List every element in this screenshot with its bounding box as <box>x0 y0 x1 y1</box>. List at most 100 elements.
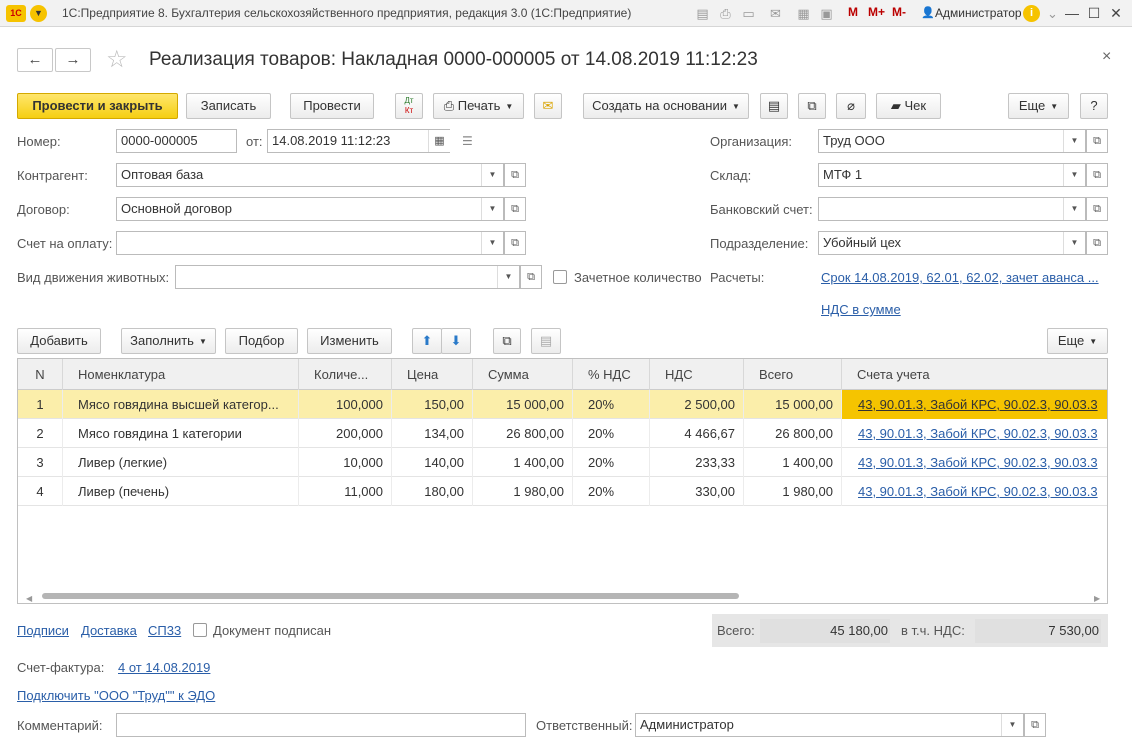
number-field[interactable]: 0000-000005 <box>116 129 237 153</box>
user-name[interactable]: Администратор <box>935 6 1022 20</box>
preview-icon[interactable]: ▭ <box>740 5 757 22</box>
table-row[interactable]: 3 Ливер (легкие) 10,000 140,00 1 400,00 … <box>18 448 1107 477</box>
memory-m-button[interactable]: M <box>848 5 858 19</box>
fill-button[interactable]: Заполнить ▼ <box>121 328 216 354</box>
contract-field[interactable]: Основной договор <box>116 197 504 221</box>
warehouse-field[interactable]: МТФ 1 <box>818 163 1086 187</box>
table-row[interactable]: 1 Мясо говядина высшей категор... 100,00… <box>18 390 1107 419</box>
receipt-button[interactable]: ▰ Чек <box>876 93 941 119</box>
signatures-link[interactable]: Подписи <box>17 623 69 638</box>
save-icon[interactable]: ▤ <box>694 5 711 22</box>
offset-qty-checkbox[interactable] <box>553 270 567 284</box>
chevron-down-icon[interactable]: ▼ <box>1063 164 1085 186</box>
open-icon[interactable]: ⧉ <box>520 265 542 289</box>
more-button[interactable]: Еще ▼ <box>1008 93 1069 119</box>
maximize-button[interactable]: ☐ <box>1084 4 1104 22</box>
invoice-factura-link[interactable]: 4 от 14.08.2019 <box>118 660 210 675</box>
print-button[interactable]: ⎙ Печать ▼ <box>433 93 524 119</box>
document-signed-checkbox[interactable] <box>193 623 207 637</box>
column-header-quantity[interactable]: Количе... <box>299 359 392 390</box>
scroll-left-icon[interactable]: ◀ <box>26 594 32 603</box>
horizontal-scrollbar[interactable] <box>42 593 739 599</box>
cell-accounts[interactable]: 43, 90.01.3, Забой КРС, 90.02.3, 90.03.3 <box>842 419 1107 448</box>
dt-kt-button[interactable]: Дт Кт <box>395 93 423 119</box>
calendar-icon[interactable]: ▦ <box>428 130 450 152</box>
edo-connect-link[interactable]: Подключить "ООО "Труд"" к ЭДО <box>17 688 215 703</box>
open-icon[interactable]: ⧉ <box>1024 713 1046 737</box>
calculator-icon[interactable]: ▦ <box>795 5 812 22</box>
cell-accounts[interactable]: 43, 90.01.3, Забой КРС, 90.02.3, 90.03.3 <box>842 390 1107 419</box>
open-icon[interactable]: ⧉ <box>504 197 526 221</box>
responsible-field[interactable]: Администратор <box>635 713 1024 737</box>
cell-accounts[interactable]: 43, 90.01.3, Забой КРС, 90.02.3, 90.03.3 <box>842 448 1107 477</box>
print-icon[interactable]: ⎙ <box>717 5 734 22</box>
date-field[interactable]: 14.08.2019 11:12:23 <box>267 129 450 153</box>
calendar-icon[interactable]: ▣ <box>818 5 835 22</box>
open-icon[interactable]: ⧉ <box>1086 231 1108 255</box>
chevron-down-icon[interactable]: ▼ <box>481 164 503 186</box>
invoice-field[interactable] <box>116 231 504 255</box>
goods-table[interactable]: N Номенклатура Количе... Цена Сумма % НД… <box>17 358 1108 604</box>
column-header-vat-rate[interactable]: % НДС <box>573 359 650 390</box>
open-icon[interactable]: ⧉ <box>504 231 526 255</box>
move-up-icon[interactable]: ⬆ <box>412 328 442 354</box>
open-icon[interactable]: ⧉ <box>1086 197 1108 221</box>
main-menu-button[interactable]: ▼ <box>30 5 47 22</box>
column-header-accounts[interactable]: Счета учета <box>842 359 1107 390</box>
add-row-button[interactable]: Добавить <box>17 328 101 354</box>
post-button[interactable]: Провести <box>290 93 374 119</box>
back-button[interactable]: ← <box>17 48 53 72</box>
change-button[interactable]: Изменить <box>307 328 392 354</box>
table-more-button[interactable]: Еще ▼ <box>1047 328 1108 354</box>
post-and-close-button[interactable]: Провести и закрыть <box>17 93 178 119</box>
division-field[interactable]: Убойный цех <box>818 231 1086 255</box>
table-row[interactable]: 2 Мясо говядина 1 категории 200,000 134,… <box>18 419 1107 448</box>
memory-m-plus-button[interactable]: M+ <box>868 5 885 19</box>
delivery-link[interactable]: Доставка <box>81 623 137 638</box>
column-header-n[interactable]: N <box>18 359 63 390</box>
bank-account-field[interactable] <box>818 197 1086 221</box>
vat-in-sum-link[interactable]: НДС в сумме <box>821 302 901 317</box>
column-header-nomenclature[interactable]: Номенклатура <box>63 359 299 390</box>
move-down-icon[interactable]: ⬇ <box>441 328 471 354</box>
column-header-total[interactable]: Всего <box>744 359 842 390</box>
column-header-price[interactable]: Цена <box>392 359 473 390</box>
chevron-down-icon[interactable]: ▼ <box>1001 714 1023 736</box>
close-form-icon[interactable]: × <box>1102 48 1111 66</box>
scroll-right-icon[interactable]: ▶ <box>1094 594 1100 603</box>
chevron-down-icon[interactable]: ▼ <box>1063 198 1085 220</box>
chevron-down-icon[interactable]: ▼ <box>497 266 519 288</box>
minimize-button[interactable]: — <box>1062 4 1082 22</box>
settlements-link[interactable]: Срок 14.08.2019, 62.01, 62.02, зачет ава… <box>821 270 1099 285</box>
chevron-down-icon[interactable]: ▼ <box>1063 232 1085 254</box>
chevron-down-icon[interactable]: ▼ <box>481 198 503 220</box>
chevron-down-icon[interactable]: ▼ <box>481 232 503 254</box>
favorite-star-icon[interactable]: ☆ <box>106 45 128 74</box>
close-window-button[interactable]: ✕ <box>1106 4 1126 22</box>
open-icon[interactable]: ⧉ <box>1086 129 1108 153</box>
organization-field[interactable]: Труд ООО <box>818 129 1086 153</box>
animal-move-field[interactable] <box>175 265 520 289</box>
history-icon[interactable]: ☰ <box>462 134 473 148</box>
help-button[interactable]: ? <box>1080 93 1108 119</box>
attachment-icon[interactable]: ⌀ <box>836 93 866 119</box>
create-based-on-button[interactable]: Создать на основании ▼ <box>583 93 749 119</box>
structure-icon[interactable]: ⧉ <box>798 93 826 119</box>
open-icon[interactable]: ⧉ <box>504 163 526 187</box>
contractor-field[interactable]: Оптовая база <box>116 163 504 187</box>
save-button[interactable]: Записать <box>186 93 271 119</box>
table-row[interactable]: 4 Ливер (печень) 11,000 180,00 1 980,00 … <box>18 477 1107 506</box>
forward-button[interactable]: → <box>55 48 91 72</box>
copy-icon[interactable]: ⧉ <box>493 328 521 354</box>
column-header-vat[interactable]: НДС <box>650 359 744 390</box>
memory-m-minus-button[interactable]: M- <box>892 5 906 19</box>
comment-field[interactable] <box>116 713 526 737</box>
cell-accounts[interactable]: 43, 90.01.3, Забой КРС, 90.02.3, 90.03.3 <box>842 477 1107 506</box>
info-icon[interactable]: i <box>1023 5 1040 22</box>
email-icon[interactable]: ✉ <box>534 93 562 119</box>
column-header-sum[interactable]: Сумма <box>473 359 573 390</box>
chevron-down-icon[interactable]: ▼ <box>1063 130 1085 152</box>
open-icon[interactable]: ⧉ <box>1086 163 1108 187</box>
mail-icon[interactable]: ✉ <box>767 5 784 22</box>
sp33-link[interactable]: СП33 <box>148 623 181 638</box>
